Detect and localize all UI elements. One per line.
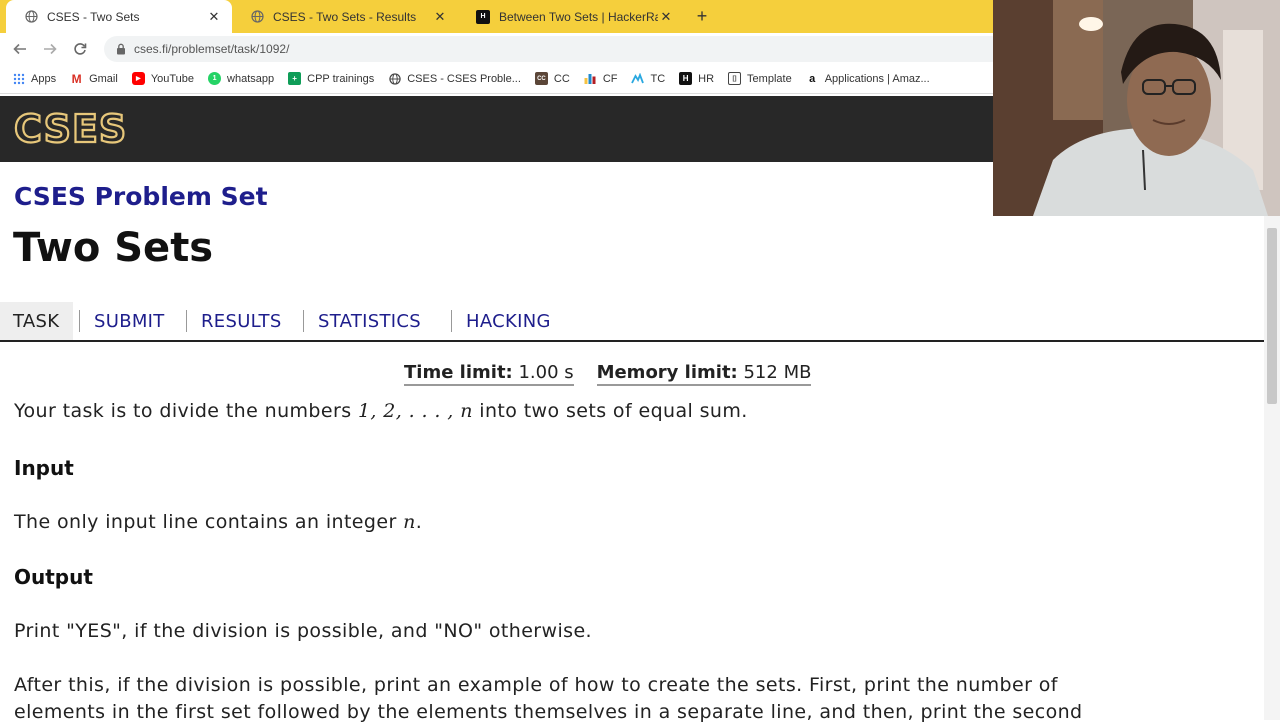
bookmark-label: Applications | Amaz... (824, 72, 930, 85)
codeforces-icon (584, 72, 597, 85)
bookmark-label: CC (553, 72, 570, 85)
svg-text:CSES: CSES (14, 110, 127, 148)
globe-icon (250, 10, 264, 24)
url-text: cses.fi/problemset/task/1092/ (134, 42, 290, 56)
input-text: The only input line contains an integer (14, 511, 404, 533)
bookmark-label: CPP trainings (307, 72, 375, 85)
nav-separator (186, 310, 187, 332)
intro-text-end: into two sets of equal sum. (472, 400, 748, 422)
forward-button[interactable] (39, 38, 61, 60)
apps-grid-icon (12, 72, 25, 85)
bookmark-label: TC (650, 72, 666, 85)
nav-statistics[interactable]: STATISTICS (318, 302, 421, 340)
bookmark-label: Apps (31, 72, 57, 85)
limits: Time limit: 1.00 s Memory limit: 512 MB (404, 362, 812, 386)
nav-hacking[interactable]: HACKING (466, 302, 551, 340)
tab-cses-results[interactable]: CSES - Two Sets - Results ✕ (232, 0, 458, 33)
youtube-icon: ▶ (131, 72, 145, 85)
bookmark-cf[interactable]: CF (584, 72, 618, 85)
page-scrollbar[interactable] (1264, 216, 1280, 720)
close-tab-icon[interactable]: ✕ (432, 9, 448, 25)
bookmark-label: HR (698, 72, 715, 85)
address-bar[interactable]: cses.fi/problemset/task/1092/ (104, 36, 1004, 62)
memory-limit-value: 512 MB (743, 362, 812, 383)
back-arrow-icon (13, 43, 26, 55)
input-heading: Input (14, 456, 74, 480)
close-tab-icon[interactable]: ✕ (658, 9, 674, 25)
nav-separator (79, 310, 80, 332)
template-icon: [] (728, 72, 742, 85)
bookmark-label: CF (602, 72, 618, 85)
bookmark-youtube[interactable]: ▶ YouTube (131, 72, 195, 85)
bookmark-cpp-trainings[interactable]: + CPP trainings (288, 72, 374, 85)
webcam-person-image (993, 0, 1280, 216)
output-heading: Output (14, 565, 93, 589)
globe-icon (24, 10, 38, 24)
close-tab-icon[interactable]: ✕ (206, 9, 222, 25)
tab-title: Between Two Sets | HackerRank (499, 9, 658, 24)
reload-button[interactable] (69, 38, 91, 60)
task-nav: TASK SUBMIT RESULTS STATISTICS HACKING (0, 302, 1264, 342)
input-text-end: . (415, 511, 423, 533)
gmail-icon: M (71, 71, 82, 86)
hackerrank-icon: H (476, 9, 490, 24)
forward-arrow-icon (44, 43, 57, 55)
memory-limit-label: Memory limit: (596, 362, 738, 383)
nav-task[interactable]: TASK (0, 302, 74, 340)
input-math: n (403, 511, 416, 533)
amazon-icon: a (809, 72, 816, 85)
back-button[interactable] (9, 38, 31, 60)
nav-submit[interactable]: SUBMIT (94, 302, 165, 340)
new-tab-button[interactable]: + (692, 6, 712, 26)
memory-limit: Memory limit: 512 MB (596, 362, 812, 386)
lock-icon (117, 43, 125, 55)
bookmark-cses[interactable]: CSES - CSES Proble... (388, 72, 521, 85)
codechef-icon: CC (534, 72, 548, 85)
bookmark-whatsapp[interactable]: 1 whatsapp (208, 72, 274, 85)
tab-hackerrank[interactable]: H Between Two Sets | HackerRank ✕ (458, 0, 684, 33)
whatsapp-icon: 1 (208, 72, 222, 85)
problemset-title[interactable]: CSES Problem Set (14, 182, 268, 211)
output-description: Print "YES", if the division is possible… (14, 620, 592, 642)
bookmark-hr[interactable]: H HR (679, 72, 714, 85)
intro-math: 1, 2, . . . , n (357, 400, 473, 422)
input-description: The only input line contains an integer … (14, 511, 422, 533)
topcoder-icon (631, 72, 645, 85)
intro-text: Your task is to divide the numbers (14, 400, 358, 422)
output-details-line1: After this, if the division is possible,… (14, 674, 1058, 696)
bookmark-template[interactable]: [] Template (728, 72, 792, 85)
bookmark-gmail[interactable]: M Gmail (70, 71, 118, 86)
time-limit-value: 1.00 s (518, 362, 574, 383)
bookmark-amazon[interactable]: a Applications | Amaz... (806, 72, 930, 85)
cses-logo[interactable]: CSES (12, 106, 142, 152)
bookmark-apps[interactable]: Apps (12, 72, 56, 85)
task-title: Two Sets (13, 225, 214, 271)
hackerrank-icon: H (679, 72, 693, 85)
scrollbar-thumb[interactable] (1267, 228, 1277, 404)
time-limit: Time limit: 1.00 s (404, 362, 574, 386)
bookmark-label: Template (747, 72, 792, 85)
tab-title: CSES - Two Sets (47, 9, 140, 24)
bookmark-label: whatsapp (227, 72, 275, 85)
reload-icon (74, 43, 87, 55)
time-limit-label: Time limit: (404, 362, 513, 383)
nav-separator (303, 310, 304, 332)
bookmark-label: CSES - CSES Proble... (407, 72, 521, 85)
statement-intro: Your task is to divide the numbers 1, 2,… (14, 400, 748, 422)
cpp-trainings-icon: + (288, 72, 302, 85)
webcam-overlay (993, 0, 1280, 216)
tab-cses-two-sets[interactable]: CSES - Two Sets ✕ (6, 0, 232, 33)
bookmark-label: Gmail (89, 72, 118, 85)
tab-title: CSES - Two Sets - Results (273, 9, 417, 24)
bookmark-cc[interactable]: CC CC (534, 72, 570, 85)
globe-icon (388, 72, 401, 85)
bookmark-label: YouTube (150, 72, 195, 85)
bookmark-tc[interactable]: TC (631, 72, 665, 85)
nav-results[interactable]: RESULTS (201, 302, 282, 340)
nav-separator (451, 310, 452, 332)
